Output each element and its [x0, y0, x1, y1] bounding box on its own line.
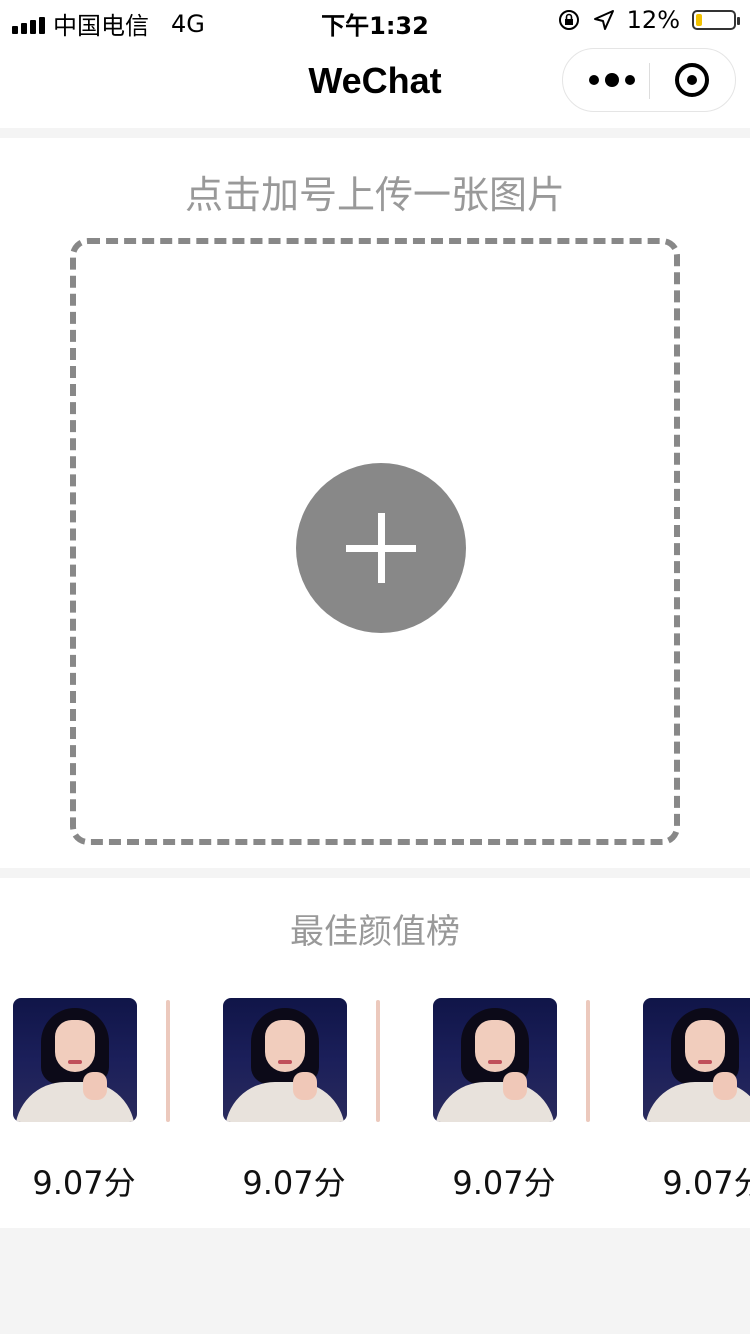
status-bar: 中国电信 4G 下午1:32 12% — [0, 0, 750, 40]
ranking-score: 9.07分 — [32, 1164, 136, 1202]
ranking-item[interactable]: 9.07分 — [420, 998, 590, 1218]
add-photo-button[interactable] — [296, 463, 466, 633]
orientation-lock-icon — [558, 10, 579, 30]
upload-section: 点击加号上传一张图片 — [0, 138, 750, 868]
ranking-score: 9.07分 — [242, 1164, 346, 1202]
ranking-separator — [166, 1000, 170, 1122]
ranking-separator — [586, 1000, 590, 1122]
ranking-item[interactable]: 9.07分 — [0, 998, 170, 1218]
location-arrow-icon — [593, 10, 614, 30]
capsule-divider — [649, 63, 650, 99]
ranking-item[interactable]: 9.07分 — [210, 998, 380, 1218]
ranking-photo[interactable] — [13, 998, 137, 1122]
nav-bar: WeChat — [0, 40, 750, 128]
battery-icon — [692, 10, 740, 30]
ranking-photo[interactable] — [433, 998, 557, 1122]
ranking-separator — [376, 1000, 380, 1122]
status-right: 12% — [557, 6, 740, 34]
upload-hint: 点击加号上传一张图片 — [184, 173, 565, 217]
plus-icon-vertical — [378, 513, 385, 583]
target-close-icon[interactable] — [675, 63, 709, 97]
ranking-score: 9.07分 — [452, 1164, 556, 1202]
ranking-score: 9.07分 — [662, 1164, 750, 1202]
ranking-title: 最佳颜值榜 — [290, 912, 460, 952]
mini-program-capsule — [562, 48, 736, 112]
more-dots-icon[interactable] — [589, 73, 635, 87]
ranking-section: 最佳颜值榜 9.07分 9.07分 9.07分 9.07分 — [0, 878, 750, 1228]
ranking-item[interactable]: 9.07分 — [630, 998, 750, 1218]
ranking-photo[interactable] — [223, 998, 347, 1122]
ranking-list: 9.07分 9.07分 9.07分 9.07分 — [0, 998, 750, 1228]
battery-percent: 12% — [626, 6, 680, 34]
ranking-photo[interactable] — [643, 998, 750, 1122]
upload-dropzone[interactable] — [70, 238, 680, 845]
